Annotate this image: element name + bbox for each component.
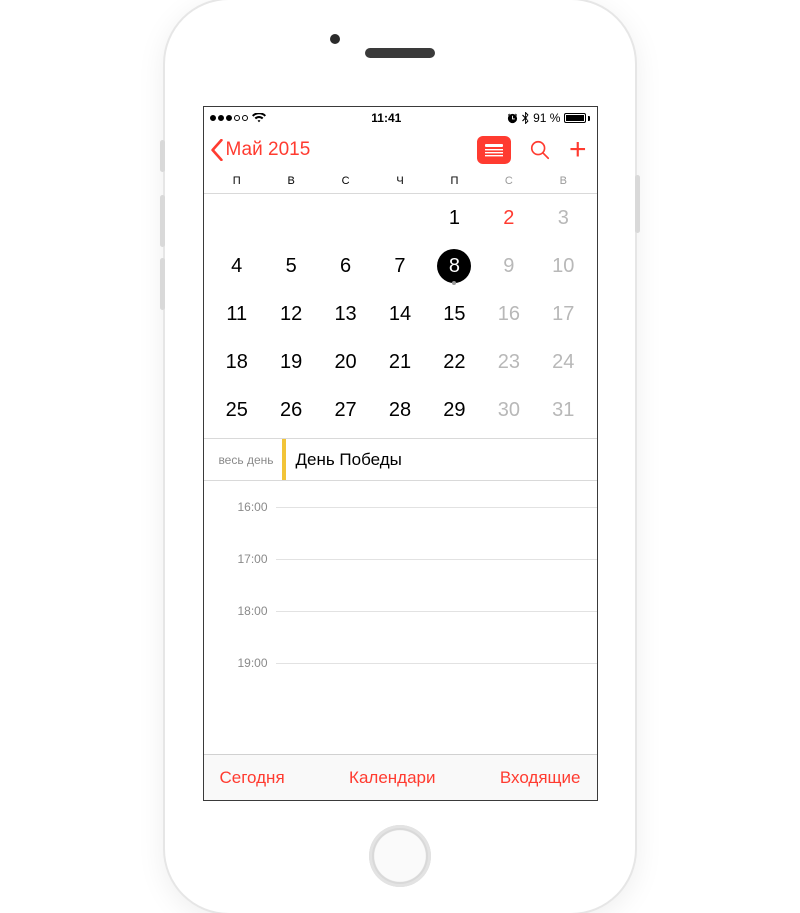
signal-dots-icon <box>210 115 248 121</box>
all-day-row: весь день День Победы <box>204 439 597 481</box>
day-cell[interactable]: 11 <box>210 292 264 336</box>
weekday-label: С <box>318 175 372 187</box>
hour-label: 17:00 <box>204 552 268 566</box>
plus-icon: + <box>569 133 587 166</box>
weekday-label: В <box>264 175 318 187</box>
day-cell[interactable]: 7 <box>373 244 427 288</box>
day-cell[interactable]: 13 <box>318 292 372 336</box>
volume-down-btn <box>160 258 165 310</box>
day-cell[interactable]: 10 <box>536 244 590 288</box>
day-cell[interactable]: 14 <box>373 292 427 336</box>
day-cell[interactable]: 26 <box>264 388 318 432</box>
home-button[interactable] <box>369 825 431 887</box>
back-label: Май 2015 <box>226 139 311 161</box>
day-cell[interactable]: 22 <box>427 340 481 384</box>
hour-label: 19:00 <box>204 656 268 670</box>
view-toggle-button[interactable] <box>477 136 511 164</box>
day-cell-empty <box>373 196 427 240</box>
wifi-icon <box>252 113 266 123</box>
day-cell-empty <box>264 196 318 240</box>
search-button[interactable] <box>529 139 551 161</box>
speaker-grille <box>365 48 435 58</box>
day-cell[interactable]: 1 <box>427 196 481 240</box>
day-cell[interactable]: 6 <box>318 244 372 288</box>
bluetooth-icon <box>522 112 529 124</box>
day-cell-empty <box>210 196 264 240</box>
chevron-left-icon <box>210 139 224 161</box>
day-cell[interactable]: 4 <box>210 244 264 288</box>
back-button[interactable]: Май 2015 <box>210 139 311 161</box>
status-bar: 11:41 91 % <box>204 107 597 129</box>
event-title: День Победы <box>296 450 402 470</box>
day-cell[interactable]: 9 <box>482 244 536 288</box>
alarm-icon <box>507 113 518 124</box>
battery-icon <box>564 113 590 123</box>
search-icon <box>529 139 551 161</box>
hour-label: 16:00 <box>204 500 268 514</box>
volume-up-btn <box>160 195 165 247</box>
weekday-header: ПВСЧПСВ <box>204 175 597 194</box>
inbox-button[interactable]: Входящие <box>500 768 581 788</box>
weekday-label: П <box>427 175 481 187</box>
month-grid: 1234567891011121314151617181920212223242… <box>204 194 597 439</box>
day-cell[interactable]: 16 <box>482 292 536 336</box>
all-day-event[interactable]: День Победы <box>282 439 597 480</box>
phone-frame: 11:41 91 % Май 2015 <box>165 0 635 913</box>
add-button[interactable]: + <box>569 135 587 165</box>
all-day-label: весь день <box>204 439 282 480</box>
day-cell[interactable]: 15 <box>427 292 481 336</box>
list-view-icon <box>484 143 504 157</box>
day-cell[interactable]: 8 <box>427 244 481 288</box>
day-cell[interactable]: 3 <box>536 196 590 240</box>
day-cell[interactable]: 21 <box>373 340 427 384</box>
power-btn <box>635 175 640 233</box>
hour-label: 18:00 <box>204 604 268 618</box>
day-cell[interactable]: 30 <box>482 388 536 432</box>
day-cell[interactable]: 17 <box>536 292 590 336</box>
calendars-button[interactable]: Календари <box>349 768 435 788</box>
day-cell[interactable]: 5 <box>264 244 318 288</box>
day-cell[interactable]: 2 <box>482 196 536 240</box>
weekday-label: С <box>482 175 536 187</box>
day-cell[interactable]: 18 <box>210 340 264 384</box>
day-cell[interactable]: 31 <box>536 388 590 432</box>
screen: 11:41 91 % Май 2015 <box>203 106 598 801</box>
hour-slot[interactable]: 19:00 <box>204 663 597 715</box>
day-cell[interactable]: 27 <box>318 388 372 432</box>
day-cell[interactable]: 24 <box>536 340 590 384</box>
battery-pct: 91 % <box>533 111 560 125</box>
weekday-label: В <box>536 175 590 187</box>
day-cell[interactable]: 20 <box>318 340 372 384</box>
day-timeline[interactable]: 16:00 17:00 18:00 19:00 <box>204 481 597 754</box>
day-cell[interactable]: 25 <box>210 388 264 432</box>
today-button[interactable]: Сегодня <box>220 768 285 788</box>
day-cell[interactable]: 28 <box>373 388 427 432</box>
day-cell[interactable]: 19 <box>264 340 318 384</box>
day-cell-empty <box>318 196 372 240</box>
day-cell[interactable]: 23 <box>482 340 536 384</box>
status-time: 11:41 <box>371 111 401 125</box>
weekday-label: П <box>210 175 264 187</box>
day-cell[interactable]: 29 <box>427 388 481 432</box>
weekday-label: Ч <box>373 175 427 187</box>
mute-switch <box>160 140 165 172</box>
nav-bar: Май 2015 + <box>204 129 597 175</box>
bottom-toolbar: Сегодня Календари Входящие <box>204 754 597 800</box>
day-cell[interactable]: 12 <box>264 292 318 336</box>
